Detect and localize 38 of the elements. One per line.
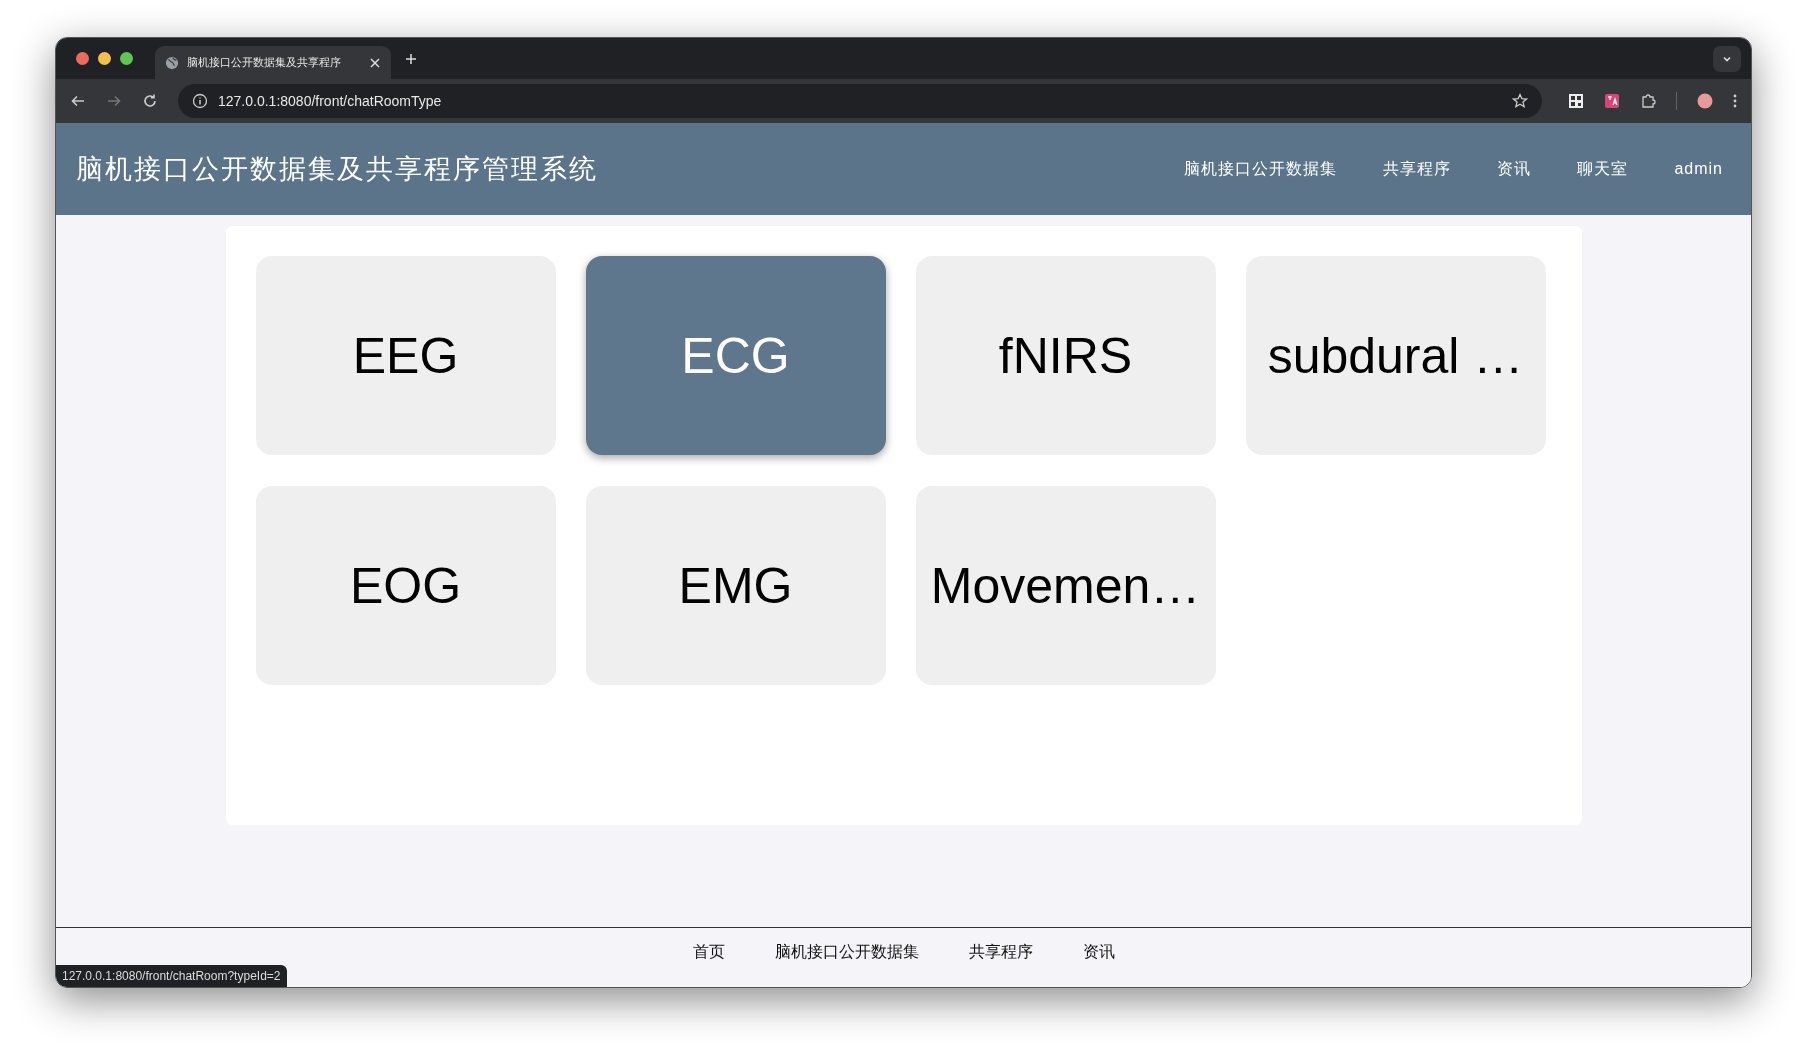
nav-link[interactable]: 共享程序 <box>1383 158 1452 180</box>
window-control-button[interactable] <box>76 52 89 65</box>
nav-link[interactable]: 脑机接口公开数据集 <box>1184 158 1338 180</box>
forward-arrow-icon[interactable] <box>106 93 122 109</box>
footer-link[interactable]: 脑机接口公开数据集 <box>774 942 919 963</box>
translate-icon[interactable] <box>1604 93 1620 109</box>
room-type-card[interactable]: EOG <box>255 486 556 685</box>
room-type-card[interactable]: subdural … <box>1245 256 1546 455</box>
plus-icon[interactable] <box>405 52 417 65</box>
tab-title: 脑机接口公开数据集及共享程序 <box>187 55 342 70</box>
avatar-icon[interactable] <box>1697 93 1713 109</box>
window-control-button[interactable] <box>120 52 133 65</box>
star-icon[interactable] <box>1512 93 1528 109</box>
info-icon <box>192 93 208 109</box>
browser-tab[interactable]: 脑机接口公开数据集及共享程序 <box>155 46 391 79</box>
nav-link[interactable]: admin <box>1674 160 1723 178</box>
room-type-card[interactable]: fNIRS <box>915 256 1216 455</box>
room-type-card[interactable]: EMG <box>585 486 886 685</box>
room-type-card[interactable]: ECG <box>585 256 886 455</box>
window-control-button[interactable] <box>98 52 111 65</box>
nav-link[interactable]: 聊天室 <box>1577 158 1629 180</box>
status-url: 127.0.0.1:8080/front/chatRoom?typeId=2 <box>56 965 287 987</box>
back-arrow-icon[interactable] <box>70 93 86 109</box>
site-title: 脑机接口公开数据集及共享程序管理系统 <box>76 153 598 186</box>
reload-icon[interactable] <box>142 93 158 109</box>
footer-link[interactable]: 首页 <box>692 942 725 963</box>
room-type-card[interactable]: EEG <box>255 256 556 455</box>
room-type-card[interactable]: Movemen… <box>915 486 1216 685</box>
footer-link[interactable]: 共享程序 <box>968 942 1033 963</box>
close-icon[interactable] <box>369 56 381 69</box>
puzzle-piece-icon[interactable] <box>1640 93 1656 109</box>
qr-code-icon[interactable] <box>1568 93 1584 109</box>
more-vertical-icon[interactable] <box>1733 93 1737 109</box>
url-text: 127.0.0.1:8080/front/chatRoomType <box>218 93 442 109</box>
footer-link[interactable]: 资讯 <box>1082 942 1115 963</box>
nav-link[interactable]: 资讯 <box>1497 158 1532 180</box>
address-bar[interactable]: 127.0.0.1:8080/front/chatRoomType <box>178 84 1542 118</box>
globe-icon <box>165 55 179 70</box>
